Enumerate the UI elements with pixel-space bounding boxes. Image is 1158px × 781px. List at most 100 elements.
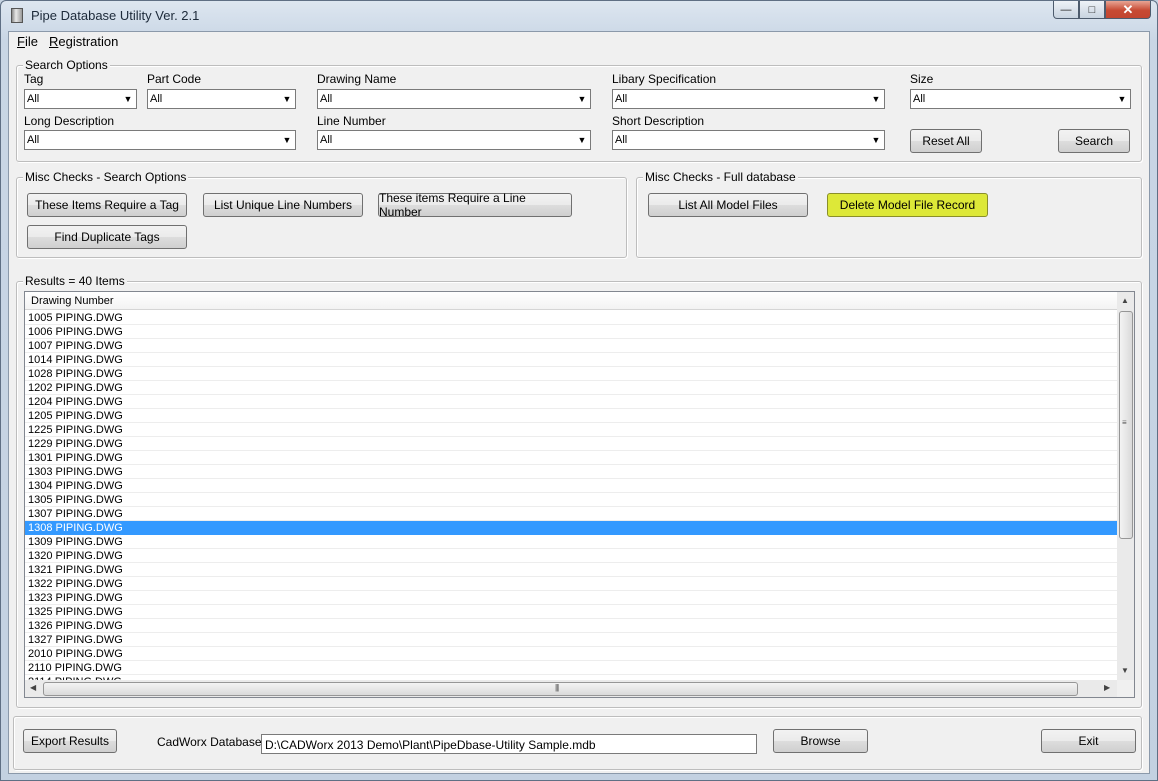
client-area: File Registration Search Options Tag All… xyxy=(8,31,1150,774)
scroll-right-icon[interactable]: ▶ xyxy=(1104,683,1110,692)
table-row[interactable]: 1205 PIPING.DWG xyxy=(25,409,1118,423)
scroll-down-icon[interactable]: ▼ xyxy=(1121,666,1129,675)
results-title: Results = 40 Items xyxy=(23,274,127,288)
results-list[interactable]: Drawing Number 1005 PIPING.DWG 1006 PIPIN… xyxy=(24,291,1135,698)
delete-model-record-button[interactable]: Delete Model File Record xyxy=(827,193,988,217)
tag-label: Tag xyxy=(24,72,44,86)
size-combo-value: All xyxy=(913,93,926,105)
column-header-label: Drawing Number xyxy=(31,295,114,307)
table-row[interactable]: 1225 PIPING.DWG xyxy=(25,423,1118,437)
line-number-combo[interactable]: All ▼ xyxy=(317,130,591,150)
menu-registration-rest: egistration xyxy=(58,34,119,49)
horizontal-scrollbar[interactable]: ◀ ||| ▶ xyxy=(25,680,1118,697)
title-bar[interactable]: Pipe Database Utility Ver. 2.1 — □ ✕ xyxy=(1,1,1157,31)
drawing-name-combo[interactable]: All ▼ xyxy=(317,89,591,109)
table-row[interactable]: 1321 PIPING.DWG xyxy=(25,563,1118,577)
vertical-scroll-thumb[interactable]: ≡ xyxy=(1119,311,1133,539)
app-window: Pipe Database Utility Ver. 2.1 — □ ✕ Fil… xyxy=(0,0,1158,781)
app-icon xyxy=(11,8,23,23)
table-row[interactable]: 2110 PIPING.DWG xyxy=(25,661,1118,675)
table-row[interactable]: 1322 PIPING.DWG xyxy=(25,577,1118,591)
table-row[interactable]: 1308 PIPING.DWG xyxy=(25,521,1118,535)
results-rows: 1005 PIPING.DWG 1006 PIPING.DWG 1007 PIPIN… xyxy=(25,311,1118,681)
misc-full-group: Misc Checks - Full database xyxy=(636,170,1142,258)
tag-combo-value: All xyxy=(27,93,40,105)
table-row[interactable]: 1028 PIPING.DWG xyxy=(25,367,1118,381)
menu-registration-accel: R xyxy=(49,34,59,49)
table-row[interactable]: 1304 PIPING.DWG xyxy=(25,479,1118,493)
part-code-label: Part Code xyxy=(147,72,202,86)
maximize-button[interactable]: □ xyxy=(1079,1,1105,19)
table-row[interactable]: 1326 PIPING.DWG xyxy=(25,619,1118,633)
part-code-combo[interactable]: All ▼ xyxy=(147,89,296,109)
chevron-down-icon: ▼ xyxy=(282,135,292,145)
tag-combo[interactable]: All ▼ xyxy=(24,89,137,109)
vertical-scrollbar[interactable]: ▲ ≡ ▼ xyxy=(1117,292,1134,680)
minimize-icon: — xyxy=(1060,3,1072,16)
menu-registration[interactable]: Registration xyxy=(49,34,118,49)
table-row[interactable]: 1007 PIPING.DWG xyxy=(25,339,1118,353)
table-row[interactable]: 1325 PIPING.DWG xyxy=(25,605,1118,619)
table-row[interactable]: 1320 PIPING.DWG xyxy=(25,549,1118,563)
chevron-down-icon: ▼ xyxy=(282,94,292,104)
drawing-name-label: Drawing Name xyxy=(317,72,397,86)
menu-file[interactable]: File xyxy=(17,34,38,49)
search-button[interactable]: Search xyxy=(1058,129,1130,153)
table-row[interactable]: 1204 PIPING.DWG xyxy=(25,395,1118,409)
table-row[interactable]: 1307 PIPING.DWG xyxy=(25,507,1118,521)
drawing-name-combo-value: All xyxy=(320,93,333,105)
chevron-down-icon: ▼ xyxy=(577,135,587,145)
chevron-down-icon: ▼ xyxy=(123,94,133,104)
database-path-value: D:\CADWorx 2013 Demo\Plant\PipeDbase-Uti… xyxy=(265,738,596,752)
list-model-files-button[interactable]: List All Model Files xyxy=(648,193,808,217)
misc-search-title: Misc Checks - Search Options xyxy=(23,170,189,184)
table-row[interactable]: 1202 PIPING.DWG xyxy=(25,381,1118,395)
size-label: Size xyxy=(910,72,934,86)
short-desc-combo-value: All xyxy=(615,134,628,146)
scroll-grip-icon: ≡ xyxy=(1122,418,1127,427)
export-results-button[interactable]: Export Results xyxy=(23,729,117,753)
column-header-drawing-number[interactable]: Drawing Number xyxy=(25,292,1118,310)
table-row[interactable]: 2010 PIPING.DWG xyxy=(25,647,1118,661)
scroll-left-icon[interactable]: ◀ xyxy=(30,683,36,692)
require-line-number-button[interactable]: These items Require a Line Number xyxy=(378,191,572,219)
close-button[interactable]: ✕ xyxy=(1105,1,1151,19)
table-row[interactable]: 1301 PIPING.DWG xyxy=(25,451,1118,465)
exit-button[interactable]: Exit xyxy=(1041,729,1136,753)
library-spec-combo[interactable]: All ▼ xyxy=(612,89,885,109)
horizontal-scroll-thumb[interactable]: ||| xyxy=(43,682,1078,696)
size-combo[interactable]: All ▼ xyxy=(910,89,1131,109)
unique-line-numbers-button[interactable]: List Unique Line Numbers xyxy=(203,193,363,217)
table-row[interactable]: 1014 PIPING.DWG xyxy=(25,353,1118,367)
table-row[interactable]: 1305 PIPING.DWG xyxy=(25,493,1118,507)
browse-button[interactable]: Browse xyxy=(773,729,868,753)
long-desc-label: Long Description xyxy=(24,114,115,128)
menu-file-accel: F xyxy=(17,34,25,49)
table-row[interactable]: 1327 PIPING.DWG xyxy=(25,633,1118,647)
scroll-grip-icon: ||| xyxy=(555,683,559,692)
require-tag-button[interactable]: These Items Require a Tag xyxy=(27,193,187,217)
scroll-corner xyxy=(1117,680,1134,697)
table-row[interactable]: 1006 PIPING.DWG xyxy=(25,325,1118,339)
search-options-title: Search Options xyxy=(23,58,110,72)
table-row[interactable]: 1229 PIPING.DWG xyxy=(25,437,1118,451)
chevron-down-icon: ▼ xyxy=(871,135,881,145)
long-desc-combo[interactable]: All ▼ xyxy=(24,130,296,150)
minimize-button[interactable]: — xyxy=(1053,1,1079,19)
maximize-icon: □ xyxy=(1088,3,1096,16)
find-duplicate-tags-button[interactable]: Find Duplicate Tags xyxy=(27,225,187,249)
table-row[interactable]: 1323 PIPING.DWG xyxy=(25,591,1118,605)
menu-bar: File Registration xyxy=(9,32,1149,52)
reset-all-button[interactable]: Reset All xyxy=(910,129,982,153)
library-spec-label: Libary Specification xyxy=(612,72,717,86)
table-row[interactable]: 1303 PIPING.DWG xyxy=(25,465,1118,479)
library-spec-combo-value: All xyxy=(615,93,628,105)
short-desc-combo[interactable]: All ▼ xyxy=(612,130,885,150)
window-controls: — □ ✕ xyxy=(1053,1,1151,21)
chevron-down-icon: ▼ xyxy=(871,94,881,104)
database-path-input[interactable]: D:\CADWorx 2013 Demo\Plant\PipeDbase-Uti… xyxy=(261,734,757,754)
table-row[interactable]: 1005 PIPING.DWG xyxy=(25,311,1118,325)
scroll-up-icon[interactable]: ▲ xyxy=(1121,296,1129,305)
long-desc-combo-value: All xyxy=(27,134,40,146)
table-row[interactable]: 1309 PIPING.DWG xyxy=(25,535,1118,549)
